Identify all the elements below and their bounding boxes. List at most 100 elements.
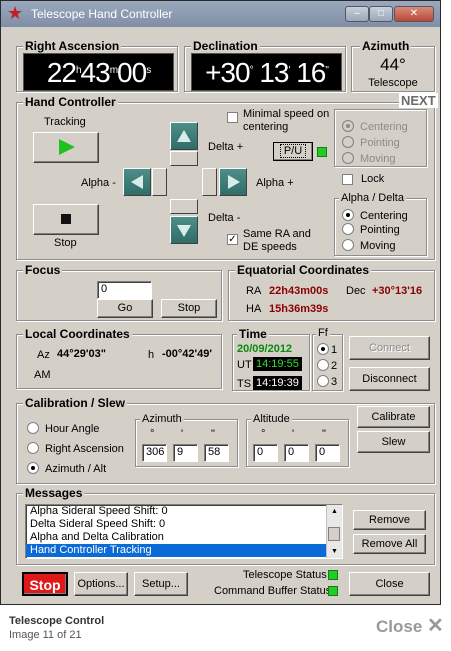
alpha-minus-label: Alpha - xyxy=(81,177,116,189)
ut-value: 14:19:55 xyxy=(253,357,302,371)
cal-alt-sec-input[interactable]: 0 xyxy=(315,444,340,462)
caption-close-label: Close xyxy=(376,617,423,636)
stop-motion-label: Stop xyxy=(54,237,77,249)
lock-label: Lock xyxy=(361,173,385,185)
window-title: Telescope Hand Controller xyxy=(31,7,173,21)
scroll-up-icon[interactable]: ▲ xyxy=(327,505,342,518)
ra-hours: 22 xyxy=(46,57,77,88)
tracking-button[interactable] xyxy=(33,132,99,163)
alpha-plus-button[interactable] xyxy=(219,168,247,196)
cal-az-sec-input[interactable]: 58 xyxy=(204,444,229,462)
arrow-left-icon xyxy=(131,175,143,189)
ra-seconds: 00 xyxy=(117,57,147,88)
scroll-down-icon[interactable]: ▼ xyxy=(327,545,342,558)
local-ampm: AM xyxy=(34,369,51,381)
pu-button[interactable]: P/U xyxy=(273,142,313,161)
slew-button[interactable]: Slew xyxy=(357,431,430,453)
command-buffer-label: Command Buffer Status xyxy=(214,585,332,597)
lock-checkbox[interactable] xyxy=(342,174,353,185)
mode-centering-radio[interactable]: Centering xyxy=(342,120,408,133)
telescope-window: ★ Telescope Hand Controller – □ ✕ Right … xyxy=(0,0,441,605)
focus-input[interactable]: 0 xyxy=(97,281,152,299)
focus-title: Focus xyxy=(23,263,63,277)
arrow-right-icon xyxy=(228,175,240,189)
alpha-minus-slow-button[interactable] xyxy=(152,168,167,196)
caption-close-link[interactable]: Close ✕ xyxy=(376,613,444,638)
cal-right-ascension-radio[interactable]: Right Ascension xyxy=(27,442,124,455)
alpha-delta-title: Alpha / Delta xyxy=(339,192,406,204)
next-link[interactable]: NEXT xyxy=(399,93,438,108)
minimal-speed-checkbox[interactable] xyxy=(227,112,238,123)
eq-ha-label: HA xyxy=(246,303,262,315)
local-h-value: -00°42'49' xyxy=(162,348,212,360)
dec-minutes: 13 xyxy=(259,57,289,88)
tracking-label: Tracking xyxy=(44,116,86,128)
az-deg-mark: ° xyxy=(150,428,155,440)
dec-seconds: 16 xyxy=(296,57,326,88)
emergency-stop-button[interactable]: Stop xyxy=(22,572,68,596)
pu-label: P/U xyxy=(279,144,307,158)
ts-label: TS xyxy=(237,378,252,390)
ut-label: UT xyxy=(237,359,252,371)
telescope-status-led xyxy=(328,570,338,580)
close-button[interactable]: Close xyxy=(349,572,430,596)
delta-minus-slow-button[interactable] xyxy=(170,199,198,214)
ad-pointing-radio[interactable]: Pointing xyxy=(342,223,400,236)
focus-stop-button[interactable]: Stop xyxy=(161,299,217,318)
delta-minus-label: Delta - xyxy=(208,212,241,224)
cal-azimuth-alt-radio[interactable]: Azimuth / Alt xyxy=(27,462,106,475)
ad-centering-radio[interactable]: Centering xyxy=(342,209,408,222)
messages-list[interactable]: Alpha Sideral Speed Shift: 0 Delta Sider… xyxy=(25,504,343,559)
message-item[interactable]: Alpha Sideral Speed Shift: 0 xyxy=(26,505,342,518)
messages-scrollbar[interactable]: ▲ ▼ xyxy=(326,505,342,558)
message-item[interactable]: Delta Sideral Speed Shift: 0 xyxy=(26,518,342,531)
dec-degrees: +30 xyxy=(205,57,250,88)
options-button[interactable]: Options... xyxy=(74,572,128,596)
ff-1-radio[interactable]: 1 xyxy=(317,343,337,356)
alpha-plus-slow-button[interactable] xyxy=(202,168,217,196)
ff-title: Ff xyxy=(316,327,330,339)
azimuth-value: 44° xyxy=(380,55,406,74)
calibration-title: Calibration / Slew xyxy=(23,396,128,410)
azimuth-sub: Telescope xyxy=(368,77,418,89)
message-item[interactable]: Alpha and Delta Calibration xyxy=(26,531,342,544)
mode-pointing-radio[interactable]: Pointing xyxy=(342,136,400,149)
close-window-button[interactable]: ✕ xyxy=(394,6,434,22)
same-speeds-checkbox[interactable]: ✓ xyxy=(227,234,238,245)
delta-plus-slow-button[interactable] xyxy=(170,151,198,166)
remove-button[interactable]: Remove xyxy=(353,510,426,530)
cal-altitude-title: Altitude xyxy=(251,413,292,425)
stop-motion-button[interactable] xyxy=(33,204,99,235)
alpha-minus-button[interactable] xyxy=(123,168,151,196)
connect-button[interactable]: Connect xyxy=(349,336,430,360)
cal-alt-min-input[interactable]: 0 xyxy=(284,444,309,462)
maximize-button[interactable]: □ xyxy=(369,6,393,22)
pu-status-led xyxy=(317,147,327,157)
az-min-mark: ' xyxy=(181,428,184,440)
local-az-label: Az xyxy=(37,349,50,361)
delta-minus-button[interactable] xyxy=(170,216,198,244)
command-buffer-led xyxy=(328,586,338,596)
same-speeds-label: Same RA and DE speeds xyxy=(243,228,311,253)
mode-moving-radio[interactable]: Moving xyxy=(342,152,395,165)
dec-title: Declination xyxy=(191,39,260,53)
cal-hour-angle-radio[interactable]: Hour Angle xyxy=(27,422,99,435)
cal-alt-deg-input[interactable]: 0 xyxy=(253,444,278,462)
cal-az-deg-input[interactable]: 306 xyxy=(142,444,167,462)
ff-3-radio[interactable]: 3 xyxy=(317,375,337,388)
setup-button[interactable]: Setup... xyxy=(134,572,188,596)
remove-all-button[interactable]: Remove All xyxy=(353,534,426,554)
alt-min-mark: ' xyxy=(292,428,295,440)
delta-plus-button[interactable] xyxy=(170,122,198,150)
scroll-thumb[interactable] xyxy=(328,527,340,541)
message-item-selected[interactable]: Hand Controller Tracking xyxy=(26,544,331,557)
cal-az-min-input[interactable]: 9 xyxy=(173,444,198,462)
arrow-down-icon xyxy=(177,225,191,237)
calibrate-button[interactable]: Calibrate xyxy=(357,406,430,428)
minimize-button[interactable]: – xyxy=(345,6,369,22)
ff-2-radio[interactable]: 2 xyxy=(317,359,337,372)
equatorial-title: Equatorial Coordinates xyxy=(235,263,372,277)
ad-moving-radio[interactable]: Moving xyxy=(342,239,395,252)
focus-go-button[interactable]: Go xyxy=(97,299,153,318)
disconnect-button[interactable]: Disconnect xyxy=(349,367,430,391)
